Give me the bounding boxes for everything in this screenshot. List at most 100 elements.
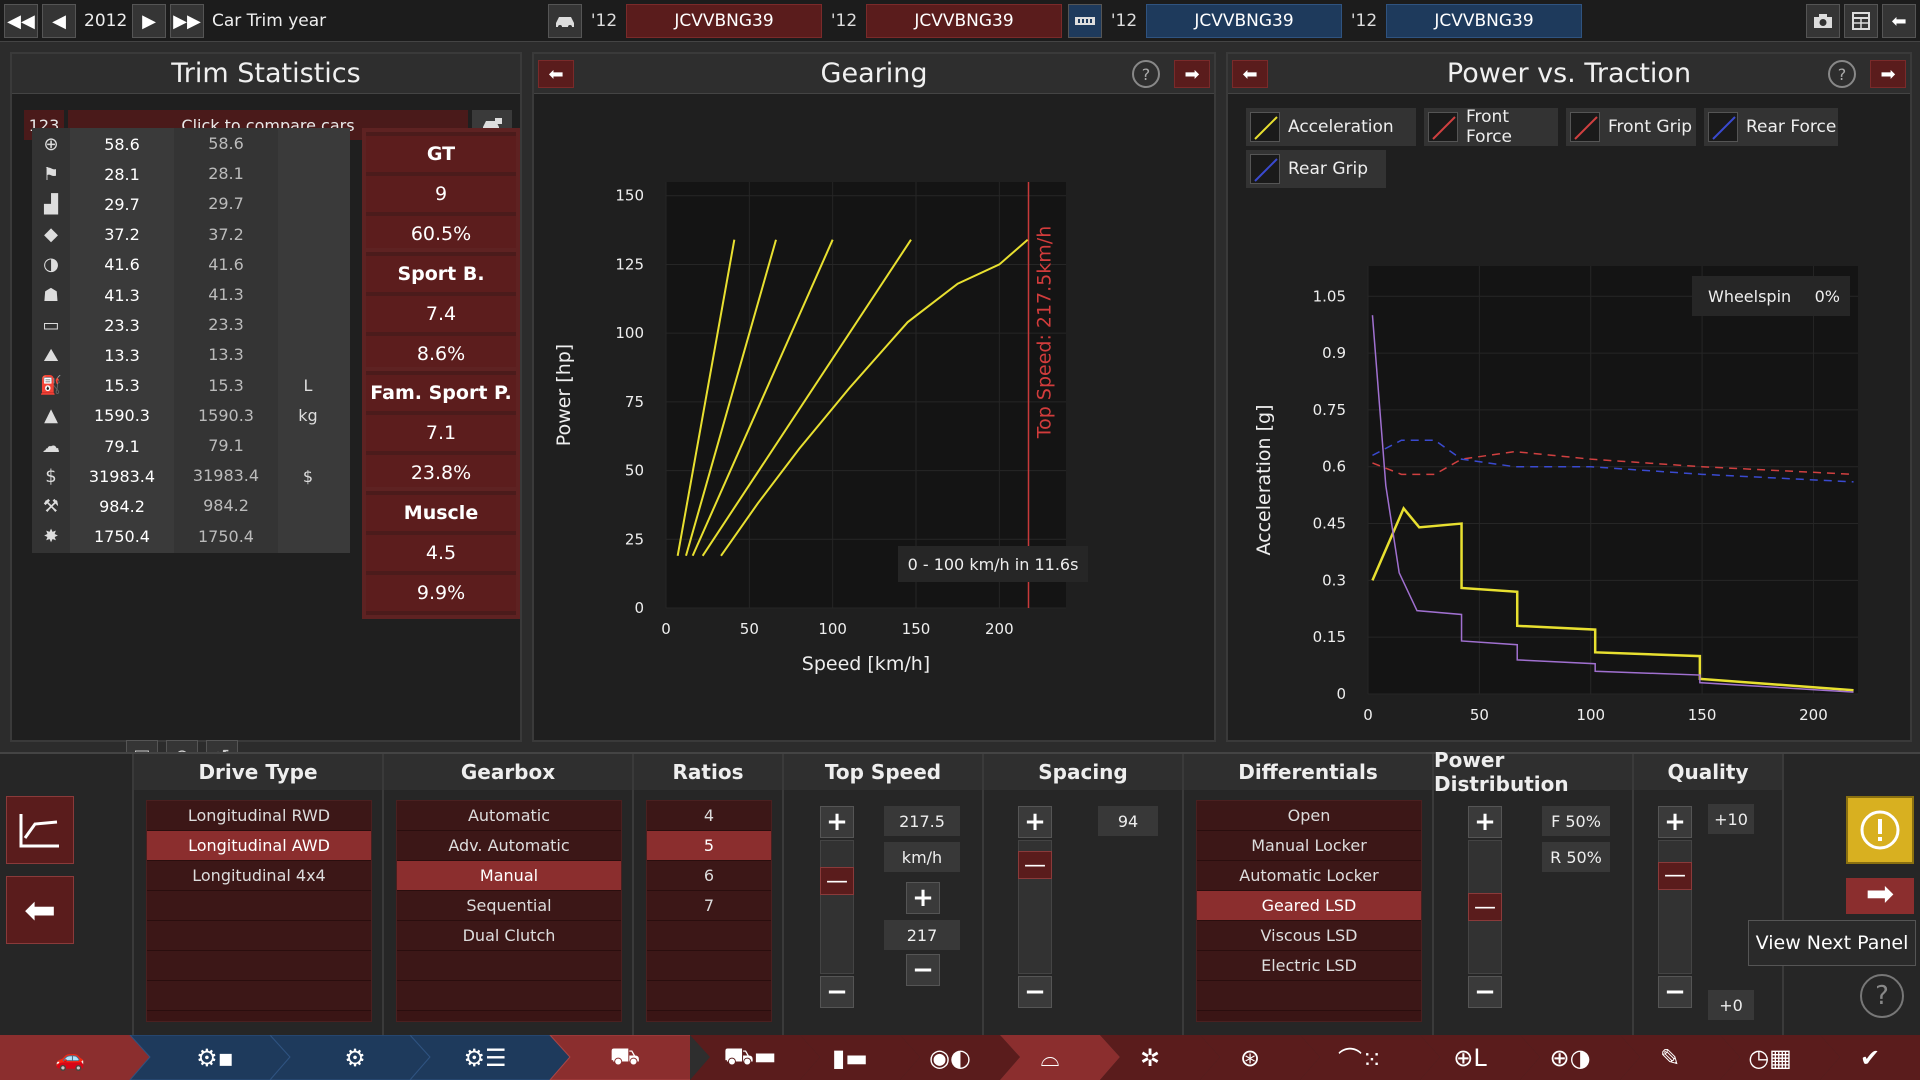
power-distribution-decrease-button[interactable]: − [1468,976,1502,1008]
help-icon[interactable]: ? [1828,60,1856,88]
spacing-increase-button[interactable]: + [1018,806,1052,838]
nav-aero-icon[interactable]: ⌒⁙ [1300,1035,1420,1080]
nav-safety-icon[interactable]: ⊕◑ [1520,1035,1620,1080]
nav-wheels-icon[interactable]: ◉◐ [900,1035,1000,1080]
graph-toggle-icon[interactable] [6,796,74,864]
trim-statistics-title: Trim Statistics [12,54,520,94]
top-speed-slider-handle[interactable]: — [820,867,854,895]
car-icon[interactable] [548,4,582,38]
next-panel-button[interactable]: ➡ [1174,60,1210,88]
stat-compare-value: 41.3 [174,279,278,311]
power-distribution-increase-button[interactable]: + [1468,806,1502,838]
car-year-1: '12 [590,11,618,31]
skip-forward-icon[interactable]: ▶▶ [170,4,204,38]
stat-value: 28.1 [104,164,140,184]
spacing-column: Spacing + — − 94 [984,754,1184,1037]
quality-slider-track[interactable]: — [1658,840,1692,974]
car-slot-4[interactable]: JCVVBNG39 [1386,4,1582,38]
legend-item[interactable]: Rear Force [1704,108,1838,146]
prev-panel-button[interactable]: ⬅ [538,60,574,88]
seat-icon: ▟ [32,188,70,221]
help-icon[interactable]: ? [1132,60,1160,88]
back-arrow-icon[interactable]: ⬅ [1882,4,1916,38]
legend-item[interactable]: Front Force [1424,107,1558,147]
prev-year-icon[interactable]: ◀ [42,4,76,38]
power-distribution-slider-track[interactable]: — [1468,840,1502,974]
nav-brakes-icon[interactable]: ▮▬ [800,1035,900,1080]
stat-compare-value: 1590.3 [174,399,278,432]
nav-engine-icon[interactable]: ⚙ [310,1035,400,1080]
market-name: Muscle [366,494,516,531]
list-item[interactable]: Automatic [397,801,621,831]
car-slot-3[interactable]: JCVVBNG39 [1146,4,1342,38]
list-item[interactable]: Dual Clutch [397,921,621,951]
nav-paint-icon[interactable]: ✎ [1620,1035,1720,1080]
list-item[interactable]: 7 [647,891,771,921]
skip-back-icon[interactable]: ◀◀ [4,4,38,38]
list-item[interactable]: Open [1197,801,1421,831]
next-panel-button[interactable]: ➡ [1846,878,1914,914]
top-speed-decrease-button[interactable]: − [820,976,854,1008]
quality-header: Quality [1634,754,1782,790]
list-item[interactable]: 6 [647,861,771,891]
camera-icon[interactable] [1806,4,1840,38]
list-item[interactable]: Manual [397,861,621,891]
list-item[interactable]: Longitudinal RWD [147,801,371,831]
next-panel-button[interactable]: ➡ [1870,60,1906,88]
list-item[interactable]: 5 [647,831,771,861]
quality-increase-button[interactable]: + [1658,806,1692,838]
nav-chassis-icon[interactable]: ⚙▪ [170,1035,260,1080]
spacing-slider-handle[interactable]: — [1018,851,1052,880]
spacing-decrease-button[interactable]: − [1018,976,1052,1008]
market-box[interactable]: GT 9 60.5% [362,128,520,260]
legend-item[interactable]: Rear Grip [1246,150,1386,188]
car-year-4: '12 [1350,11,1378,31]
target-speed-decrease-button[interactable]: − [906,954,940,986]
warning-icon[interactable] [1846,796,1914,864]
engine-icon[interactable] [1068,4,1102,38]
list-item[interactable]: 4 [647,801,771,831]
nav-interior-icon[interactable]: ⊕L [1420,1035,1520,1080]
prev-panel-button[interactable]: ⬅ [1232,60,1268,88]
car-slot-2[interactable]: JCVVBNG39 [866,4,1062,38]
quality-slider-handle[interactable]: — [1658,861,1692,890]
list-item[interactable]: Electric LSD [1197,951,1421,981]
next-year-icon[interactable]: ▶ [132,4,166,38]
stat-value: 984.2 [99,496,145,516]
ratios-header: Ratios [634,754,782,790]
market-box[interactable]: Sport B. 7.4 8.6% [362,247,520,380]
list-item[interactable]: Sequential [397,891,621,921]
calculator-icon[interactable] [1844,4,1878,38]
car-slot-1[interactable]: JCVVBNG39 [626,4,822,38]
help-icon[interactable]: ? [1860,974,1904,1018]
nav-drivetrain-icon[interactable]: ⛟ [580,1035,670,1080]
legend-item[interactable]: Front Grip [1566,108,1696,146]
nav-finish-icon[interactable]: ✔ [1820,1035,1920,1080]
top-speed-increase-button[interactable]: + [820,806,854,838]
list-item[interactable]: Manual Locker [1197,831,1421,861]
list-item[interactable]: Automatic Locker [1197,861,1421,891]
legend-item[interactable]: Acceleration [1246,108,1416,146]
list-item[interactable]: Longitudinal 4x4 [147,861,371,891]
nav-car-body-icon[interactable]: 🚗 [30,1035,110,1080]
list-item[interactable]: Viscous LSD [1197,921,1421,951]
nav-engine-tune-icon[interactable]: ⚙☰ [440,1035,530,1080]
market-box[interactable]: Fam. Sport P. 7.1 23.8% [362,367,520,499]
top-speed-slider-track[interactable]: — [820,840,854,974]
market-box[interactable]: Muscle 4.5 9.9% [362,486,520,619]
list-item[interactable]: Longitudinal AWD [147,831,371,861]
spacing-slider-track[interactable]: — [1018,840,1052,974]
quality-decrease-button[interactable]: − [1658,976,1692,1008]
service-icon: ✸ [32,520,70,553]
nav-exhaust-icon[interactable]: ⊛ [1200,1035,1300,1080]
list-item[interactable]: Adv. Automatic [397,831,621,861]
nav-test-track-icon[interactable]: ◷▦ [1720,1035,1820,1080]
nav-tyres-icon[interactable]: ✲ [1100,1035,1200,1080]
nav-gearbox-icon[interactable]: ⌓ [1000,1035,1100,1080]
nav-suspension-icon[interactable]: ⛟▬ [700,1035,800,1080]
list-item[interactable]: Geared LSD [1197,891,1421,921]
target-speed-increase-button[interactable]: + [906,882,940,914]
legend-label: Acceleration [1288,117,1394,137]
power-distribution-slider-handle[interactable]: — [1468,893,1502,921]
back-button[interactable]: ⬅ [6,876,74,944]
